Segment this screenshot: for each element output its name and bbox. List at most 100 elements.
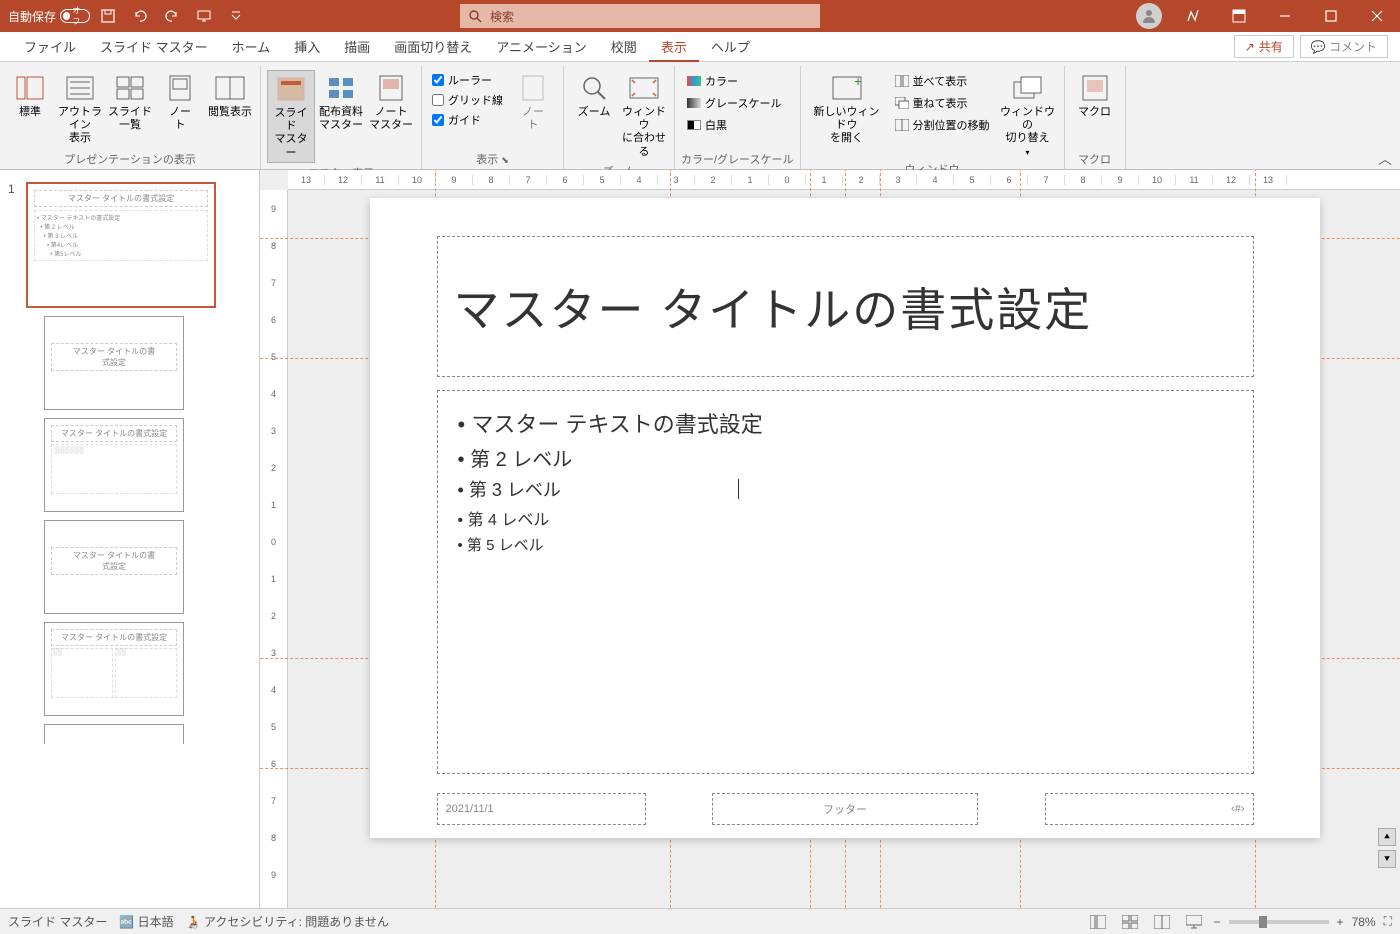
slideshow-start-icon[interactable] [190,2,218,30]
main-area: 1 マスター タイトルの書式設定 • マスター テキストの書式設定 • 第 2 … [0,170,1400,908]
tab-home[interactable]: ホーム [220,32,283,62]
layout-thumbnail[interactable] [44,724,184,744]
bw-button[interactable]: 白黒 [685,116,783,134]
qat-customize-icon[interactable] [222,2,250,30]
prev-slide-button[interactable]: ⯅ [1378,828,1396,846]
thumb-number: 1 [8,182,20,308]
autosave-toggle[interactable]: 自動保存 オフ [8,8,90,25]
status-mode[interactable]: スライド マスター [8,913,107,930]
notes-page-button[interactable]: ノー ト [156,70,204,134]
guides-checkbox[interactable]: ガイド [432,112,503,128]
arrange-all-button[interactable]: 並べて表示 [893,72,992,90]
group-macros: マクロ [1071,149,1119,169]
tab-view[interactable]: 表示 [649,32,699,62]
ribbon-tabs: ファイル スライド マスター ホーム 挿入 描画 画面切り替え アニメーション … [0,32,1400,62]
collapse-ribbon-icon[interactable]: ︿ [1370,66,1400,169]
slide[interactable]: マスター タイトルの書式設定 マスター テキストの書式設定 第 2 レベル 第 … [370,198,1320,838]
ruler-checkbox[interactable]: ルーラー [432,72,503,88]
gridlines-checkbox[interactable]: グリッド線 [432,92,503,108]
zoom-in-button[interactable]: + [1337,915,1344,929]
svg-text:+: + [854,76,862,89]
tab-insert[interactable]: 挿入 [282,32,332,62]
minimize-button[interactable] [1262,0,1308,32]
body-level2: 第 2 レベル [458,443,1233,472]
tab-review[interactable]: 校閲 [599,32,649,62]
maximize-button[interactable] [1308,0,1354,32]
sorter-view-icon[interactable] [1118,912,1142,932]
layout-thumbnail[interactable]: マスター タイトルの書 式設定 [44,316,184,410]
notes-button[interactable]: ノー ト [509,70,557,134]
body-level4: 第 4 レベル [458,506,1233,530]
next-slide-button[interactable]: ⯆ [1378,850,1396,868]
search-icon [468,9,482,23]
close-button[interactable] [1354,0,1400,32]
vertical-ruler[interactable]: 9876543210123456789 [260,190,288,908]
status-accessibility[interactable]: 🧑‍🦽 アクセシビリティ: 問題ありません [186,913,389,930]
fit-window-button[interactable]: ウィンドウ に合わせる [620,70,668,161]
slideshow-view-icon[interactable] [1182,912,1206,932]
move-split-button[interactable]: 分割位置の移動 [893,116,992,134]
slide-editor: 13121110987654321012345678910111213 9876… [260,170,1400,908]
fit-to-window-icon[interactable]: ⛶ [1384,914,1392,929]
slidenum-placeholder[interactable]: ‹#› [1045,793,1254,825]
cascade-button[interactable]: 重ねて表示 [893,94,992,112]
redo-icon[interactable] [158,2,186,30]
zoom-out-button[interactable]: − [1214,915,1221,929]
tab-slide-master[interactable]: スライド マスター [88,32,220,62]
color-button[interactable]: カラー [685,72,783,90]
macros-button[interactable]: マクロ [1071,70,1119,121]
status-language[interactable]: 🔤 日本語 [119,913,173,930]
search-box[interactable]: 検索 [460,4,820,28]
normal-view-button[interactable]: 標準 [6,70,54,121]
body-level3: 第 3 レベル [458,476,1233,502]
tab-transitions[interactable]: 画面切り替え [382,32,484,62]
layout-thumbnail[interactable]: マスター タイトルの書 式設定 [44,520,184,614]
reading-view-button[interactable]: 閲覧表示 [206,70,254,121]
save-icon[interactable] [94,2,122,30]
date-placeholder[interactable]: 2021/11/1 [437,793,646,825]
switch-windows-button[interactable]: ウィンドウの 切り替え▾ [998,70,1058,159]
notes-master-button[interactable]: ノート マスター [367,70,415,134]
undo-icon[interactable] [126,2,154,30]
group-show: 表示 ⬊ [428,149,557,169]
title-placeholder[interactable]: マスター タイトルの書式設定 [437,236,1254,377]
zoom-button[interactable]: ズーム [570,70,618,121]
layout-thumbnail[interactable]: マスター タイトルの書式設定░░░░░░ [44,418,184,512]
new-window-button[interactable]: +新しいウィンドウ を開く [807,70,887,148]
horizontal-ruler[interactable]: 13121110987654321012345678910111213 [288,170,1400,190]
title-text: マスター タイトルの書式設定 [454,274,1093,340]
normal-view-icon[interactable] [1086,912,1110,932]
search-placeholder: 検索 [490,8,514,25]
ribbon: 標準 アウトライン 表示 スライド 一覧 ノー ト 閲覧表示 プレゼンテーション… [0,62,1400,170]
tab-draw[interactable]: 描画 [332,32,382,62]
user-avatar[interactable] [1136,3,1162,29]
handout-master-button[interactable]: 配布資料 マスター [317,70,365,134]
outline-view-button[interactable]: アウトライン 表示 [56,70,104,148]
body-level5: 第 5 レベル [458,534,1233,555]
footer-placeholder[interactable]: フッター [712,793,978,825]
group-color-grayscale: カラー/グレースケール [681,149,794,169]
share-button[interactable]: ↗共有 [1234,35,1294,58]
ribbon-display-icon[interactable] [1216,0,1262,32]
zoom-slider[interactable] [1229,920,1329,924]
text-cursor [738,479,739,499]
reading-view-icon[interactable] [1150,912,1174,932]
group-presentation-views: プレゼンテーションの表示 [6,149,254,169]
grayscale-button[interactable]: グレースケール [685,94,783,112]
slide-sorter-button[interactable]: スライド 一覧 [106,70,154,134]
statusbar: スライド マスター 🔤 日本語 🧑‍🦽 アクセシビリティ: 問題ありません − … [0,908,1400,934]
tab-help[interactable]: ヘルプ [699,32,762,62]
layout-thumbnail[interactable]: マスター タイトルの書式設定░░░░ [44,622,184,716]
master-thumbnail[interactable]: マスター タイトルの書式設定 • マスター テキストの書式設定 • 第 2 レベ… [26,182,216,308]
slide-canvas[interactable]: マスター タイトルの書式設定 マスター テキストの書式設定 第 2 レベル 第 … [370,198,1320,838]
slide-master-button[interactable]: スライド マスター [267,70,315,163]
titlebar: 自動保存 オフ 検索 [0,0,1400,32]
tab-file[interactable]: ファイル [12,32,88,62]
coming-soon-icon[interactable] [1170,0,1216,32]
tab-animations[interactable]: アニメーション [484,32,598,62]
body-level1: マスター テキストの書式設定 [458,407,1233,439]
body-placeholder[interactable]: マスター テキストの書式設定 第 2 レベル 第 3 レベル 第 4 レベル 第… [437,390,1254,774]
comment-button[interactable]: 💬 コメント [1300,35,1388,58]
zoom-value[interactable]: 78% [1352,915,1376,929]
thumbnail-panel[interactable]: 1 マスター タイトルの書式設定 • マスター テキストの書式設定 • 第 2 … [0,170,260,908]
